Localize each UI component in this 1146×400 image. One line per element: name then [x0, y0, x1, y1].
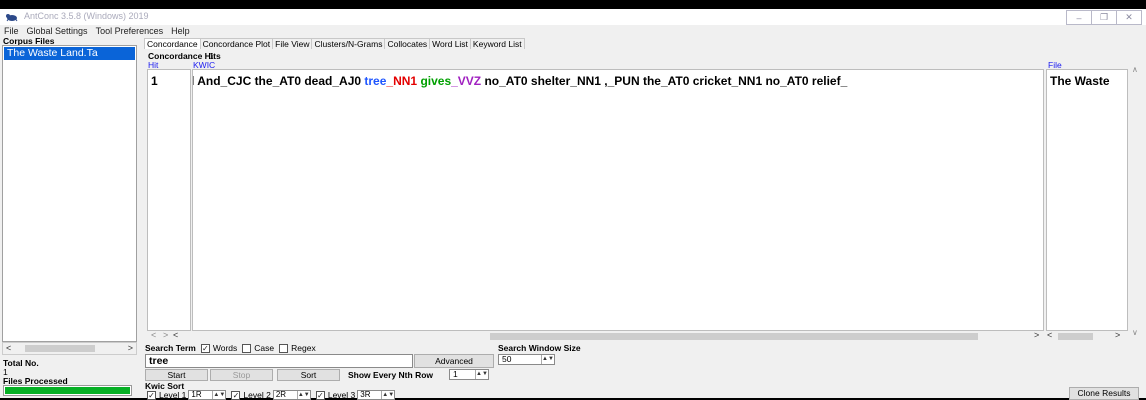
file-column[interactable]: The Waste: [1046, 69, 1128, 331]
window-controls: – ❐ ✕: [1066, 10, 1142, 25]
search-window-size-value: 50: [502, 354, 512, 364]
case-label: Case: [254, 343, 275, 353]
scroll-left-icon[interactable]: <: [151, 330, 156, 340]
kwic-keyword-tag: _NN1: [386, 74, 418, 88]
case-checkbox[interactable]: [242, 343, 252, 353]
tab-clusters-ngrams[interactable]: Clusters/N-Grams: [311, 38, 386, 49]
search-window-size-field[interactable]: 50 ▲▼: [498, 354, 555, 365]
tab-file-view[interactable]: File View: [272, 38, 313, 49]
kwic-keyword: tree: [364, 74, 387, 88]
scroll-thumb[interactable]: [25, 345, 95, 352]
nth-row-field[interactable]: 1 ▲▼: [449, 369, 489, 380]
tab-collocates[interactable]: Collocates: [384, 38, 431, 49]
stop-button[interactable]: Stop: [210, 369, 273, 381]
scroll-right-icon[interactable]: >: [128, 343, 133, 353]
tool-tabs: Concordance Concordance Plot File View C…: [144, 38, 525, 49]
words-label: Words: [212, 343, 238, 353]
tab-concordance-plot[interactable]: Concordance Plot: [199, 38, 274, 49]
tab-concordance[interactable]: Concordance: [144, 38, 201, 49]
level2-checkbox[interactable]: ✓: [231, 390, 241, 400]
level3-select[interactable]: 3R ▲▼: [357, 390, 396, 400]
results-vscrollbar[interactable]: ∧ ∨: [1129, 61, 1142, 341]
scroll-right-icon[interactable]: >: [163, 330, 168, 340]
file-scroll-thumb[interactable]: [1058, 333, 1093, 340]
title-bar: AntConc 3.5.8 (Windows) 2019 – ❐ ✕: [0, 9, 1146, 25]
file-name[interactable]: The Waste: [1050, 74, 1110, 88]
advanced-button[interactable]: Advanced: [414, 354, 494, 368]
kwic-column[interactable]: l And_CJC the_AT0 dead_AJ0 tree_NN1 give…: [192, 69, 1044, 331]
scroll-right-icon[interactable]: >: [1115, 330, 1120, 340]
menu-help[interactable]: Help: [171, 26, 190, 36]
antconc-app-icon: [6, 14, 18, 22]
menu-file[interactable]: File: [4, 26, 19, 36]
hit-number[interactable]: 1: [151, 74, 158, 88]
window-title: AntConc 3.5.8 (Windows) 2019: [24, 11, 149, 21]
corpus-file-item[interactable]: The Waste Land.Ta: [4, 47, 135, 60]
minimize-icon[interactable]: –: [1066, 10, 1092, 25]
search-input[interactable]: tree: [145, 354, 413, 368]
show-every-nth-row-label: Show Every Nth Row: [348, 370, 434, 380]
menu-tool-preferences[interactable]: Tool Preferences: [96, 26, 164, 36]
search-term-row: Search Term ✓ Words Case Regex: [145, 343, 316, 353]
search-window-size-label: Search Window Size: [498, 343, 581, 353]
scroll-down-icon[interactable]: ∨: [1132, 328, 1138, 337]
start-button[interactable]: Start: [145, 369, 208, 381]
menu-global-settings[interactable]: Global Settings: [27, 26, 88, 36]
scroll-right-icon[interactable]: >: [1034, 330, 1039, 340]
kwic-right-context: no_AT0 shelter_NN1 ,_PUN the_AT0 cricket…: [481, 74, 848, 88]
menu-bar: File Global Settings Tool Preferences He…: [0, 26, 194, 36]
kwic-r1-word: gives: [420, 74, 452, 88]
kwic-line[interactable]: l And_CJC the_AT0 dead_AJ0 tree_NN1 give…: [192, 74, 848, 88]
scroll-left-icon[interactable]: <: [6, 343, 11, 353]
results-hscrollbar[interactable]: < > < > < >: [147, 330, 1129, 341]
level1-select[interactable]: 1R ▲▼: [188, 390, 227, 400]
files-processed-progress: [3, 385, 132, 396]
level3-label: Level 3: [327, 390, 356, 400]
level2-select[interactable]: 2R ▲▼: [272, 390, 311, 400]
level3-checkbox[interactable]: ✓: [315, 390, 325, 400]
level1-label: Level 1: [159, 390, 187, 400]
scroll-up-icon[interactable]: ∧: [1132, 65, 1138, 74]
search-term-label: Search Term: [145, 343, 196, 353]
nth-row-value: 1: [453, 369, 458, 379]
kwic-sort-levels: ✓ Level 1 1R ▲▼ ✓ Level 2 2R ▲▼ ✓ Level 3 …: [145, 390, 396, 400]
hit-column[interactable]: 1: [147, 69, 191, 331]
clone-results-button[interactable]: Clone Results: [1069, 387, 1139, 400]
close-icon[interactable]: ✕: [1116, 10, 1142, 25]
regex-label: Regex: [291, 343, 316, 353]
total-no-label: Total No.: [3, 358, 39, 368]
level1-checkbox[interactable]: ✓: [147, 390, 156, 400]
corpus-list-hscrollbar[interactable]: < >: [2, 342, 137, 355]
spinner-icon[interactable]: ▲▼: [541, 355, 554, 364]
level2-label: Level 2: [243, 390, 271, 400]
progress-fill: [5, 387, 130, 394]
tab-word-list[interactable]: Word List: [429, 38, 471, 49]
tab-keyword-list[interactable]: Keyword List: [469, 38, 525, 49]
scroll-left-icon[interactable]: <: [1047, 330, 1052, 340]
corpus-files-list[interactable]: The Waste Land.Ta: [2, 45, 137, 342]
kwic-left-context: l And_CJC the_AT0 dead_AJ0: [192, 74, 365, 88]
kwic-r1-tag: _VVZ: [451, 74, 482, 88]
regex-checkbox[interactable]: [279, 343, 289, 353]
words-checkbox[interactable]: ✓: [200, 343, 210, 353]
restore-icon[interactable]: ❐: [1091, 10, 1117, 25]
app-window: AntConc 3.5.8 (Windows) 2019 – ❐ ✕ File …: [0, 9, 1146, 400]
sort-button[interactable]: Sort: [277, 369, 340, 381]
spinner-icon[interactable]: ▲▼: [475, 370, 488, 379]
scroll-left-icon[interactable]: <: [173, 330, 178, 340]
kwic-scroll-thumb[interactable]: [490, 333, 978, 340]
